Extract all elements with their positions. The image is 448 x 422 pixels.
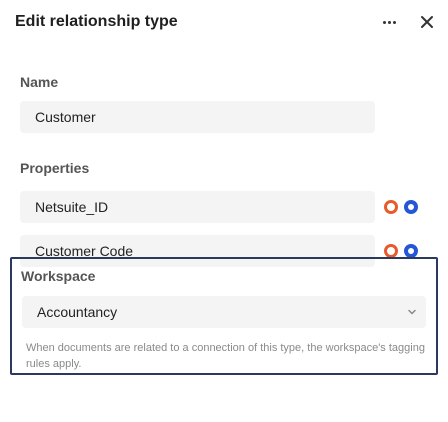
more-horizontal-icon (382, 20, 386, 24)
more-options-button[interactable] (378, 10, 400, 34)
radio-selected-icon[interactable] (404, 244, 418, 258)
more-horizontal-icon-dot (387, 20, 391, 24)
remove-circle-icon[interactable] (384, 200, 398, 214)
workspace-section: Workspace Accountancy When documents are… (10, 257, 438, 375)
close-button[interactable] (416, 10, 438, 34)
workspace-label: Workspace (21, 268, 96, 284)
property-actions (384, 197, 430, 217)
workspace-help-text: When documents are related to a connecti… (26, 342, 425, 370)
more-horizontal-icon-dot (392, 20, 396, 24)
property-field-netsuite-id[interactable]: Netsuite_ID (20, 191, 375, 223)
workspace-select[interactable]: Accountancy (22, 296, 426, 328)
dialog-header: Edit relationship type (0, 0, 448, 46)
workspace-selected-value: Accountancy (37, 304, 118, 320)
dialog-title: Edit relationship type (15, 13, 178, 30)
remove-circle-icon[interactable] (384, 244, 398, 258)
edit-relationship-dialog: Edit relationship type Name Customer Pro… (0, 0, 448, 422)
name-label: Name (20, 74, 59, 90)
radio-selected-icon[interactable] (404, 200, 418, 214)
properties-label: Properties (20, 160, 90, 176)
chevron-down-icon (408, 309, 416, 315)
close-icon (421, 16, 433, 28)
name-field[interactable]: Customer (20, 101, 375, 133)
